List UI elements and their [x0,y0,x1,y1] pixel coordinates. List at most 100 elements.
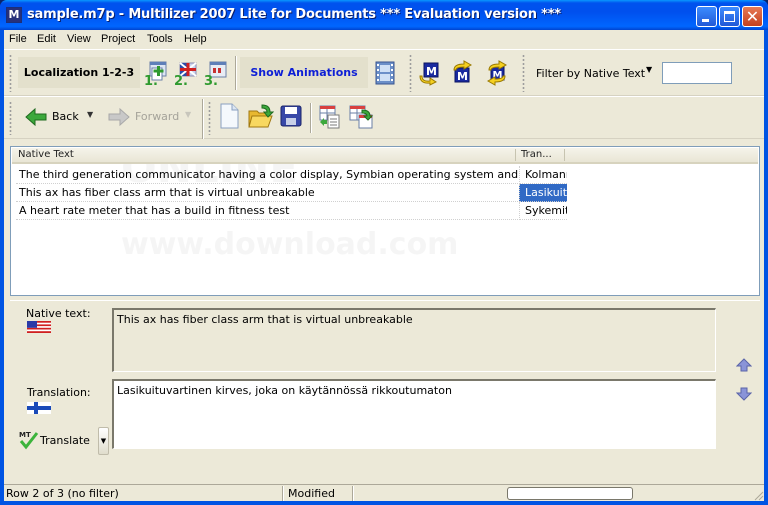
translation-label: Translation: [27,386,91,399]
step-2-button[interactable]: 2. [174,60,198,89]
maximize-icon [724,11,735,22]
us-flag-icon [27,321,51,333]
client-area: File Edit View Project Tools Help Locali… [4,30,764,501]
toolbar-separator [202,99,204,139]
column-divider[interactable] [564,149,565,161]
multilizer-import-icon: M [419,62,439,86]
application-window: M sample.m7p - Multilizer 2007 Lite for … [0,0,768,505]
navigation-toolbar: Back ▼ Forward ▼ [4,96,764,139]
app-icon[interactable]: M [6,7,22,23]
watermark: www.download.com [121,227,459,262]
status-bar: Row 2 of 3 (no filter) Modified [4,484,764,501]
svg-text:3.: 3. [204,74,218,86]
animation-film-button[interactable] [374,61,396,85]
table-row[interactable]: A heart rate meter that has a build in f… [16,202,567,220]
show-animations-button[interactable]: Show Animations [240,57,368,88]
menu-tools[interactable]: Tools [147,33,173,45]
translation-cell[interactable]: Sykemit [519,202,567,220]
forward-arrow-icon [108,107,130,127]
maximize-button[interactable] [719,6,740,27]
filter-dropdown-arrow-icon[interactable]: ▼ [646,65,652,74]
svg-text:2.: 2. [174,74,188,86]
step-1-button[interactable]: 1. [144,60,168,89]
toolbar-separator [310,103,312,133]
native-text-label: Native text: [26,307,91,320]
column-header-native-text[interactable]: Native Text [18,149,74,160]
minimize-icon [702,19,709,22]
step-1-new-project-icon: 1. [144,61,167,89]
native-text-cell[interactable]: A heart rate meter that has a build in f… [16,202,518,220]
forward-history-dropdown-icon: ▼ [185,110,192,119]
menu-project[interactable]: Project [101,33,135,45]
save-button[interactable] [280,105,302,127]
toolbar-grip[interactable] [208,101,211,135]
svg-text:1.: 1. [144,74,158,86]
multilizer-export-icon: M [453,60,473,83]
toolbar-grip[interactable] [522,54,525,92]
back-history-dropdown-icon[interactable]: ▼ [87,110,93,119]
forward-button: Forward [135,110,180,123]
native-text-cell[interactable]: This ax has fiber class arm that is virt… [16,184,518,202]
translate-options-dropdown[interactable]: ▼ [98,427,109,455]
menu-file[interactable]: File [9,33,27,45]
menu-help[interactable]: Help [184,33,207,45]
import-table-icon [319,105,340,129]
native-text-box: This ax has fiber class arm that is virt… [112,308,716,372]
filter-label: Filter by Native Text [536,67,646,80]
toolbar-grip[interactable] [9,54,12,92]
menu-edit[interactable]: Edit [37,33,56,45]
new-button[interactable] [218,102,240,130]
open-button[interactable] [248,103,275,129]
translation-cell[interactable]: Kolmanr [519,166,567,184]
svg-text:MT: MT [19,431,31,439]
menu-view[interactable]: View [67,33,91,45]
translation-input[interactable] [112,379,716,449]
toolbar-grip[interactable] [9,101,12,135]
status-divider [352,486,354,501]
step-2-translate-flags-icon: 2. [174,62,197,89]
title-bar[interactable]: M sample.m7p - Multilizer 2007 Lite for … [0,0,768,30]
finnish-flag-icon [27,402,51,414]
export-table-icon [349,105,374,129]
native-text-cell[interactable]: The third generation communicator having… [16,166,518,184]
multilizer-export-button[interactable]: M [450,60,474,86]
minimize-button[interactable] [696,6,717,27]
translate-button-label[interactable]: Translate [40,434,90,447]
back-arrow-icon [25,107,47,127]
menu-bar: File Edit View Project Tools Help [4,30,764,49]
row-info-status: Row 2 of 3 (no filter) [6,487,119,500]
toolbar-grip[interactable] [409,54,412,92]
step-3-button[interactable]: 3. [204,60,228,89]
back-button[interactable]: Back [52,110,79,123]
column-header-translation[interactable]: Tran... [521,149,552,160]
resize-grip-icon[interactable] [752,489,764,501]
status-divider [282,486,284,501]
next-row-arrow-icon[interactable] [736,387,752,401]
save-floppy-icon [280,105,302,127]
table-row-selected[interactable]: This ax has fiber class arm that is virt… [16,184,567,202]
open-folder-icon [248,104,275,128]
toolbar-separator [235,56,237,90]
progress-bar [507,487,633,500]
table-row[interactable]: The third generation communicator having… [16,166,567,184]
import-translations-button[interactable] [318,105,342,129]
translation-cell-selected[interactable]: Lasikuitu [519,184,567,202]
export-translations-button[interactable] [348,105,374,129]
strings-grid[interactable]: ONLINE www.download.com Native Text Tran… [10,143,760,296]
column-divider[interactable] [515,149,516,161]
filter-input[interactable] [662,62,732,84]
translate-button[interactable]: MT Translate [18,429,98,451]
back-button-icon-wrap[interactable] [24,107,48,127]
svg-text:M: M [426,65,437,78]
chevron-down-icon: ▼ [100,437,107,445]
modified-status: Modified [288,487,335,500]
svg-text:M: M [457,70,468,83]
window-title: sample.m7p - Multilizer 2007 Lite for Do… [27,7,561,22]
multilizer-sync-button[interactable]: M [485,60,509,86]
multilizer-import-button[interactable]: M [418,60,442,86]
close-button[interactable]: ✕ [742,6,763,27]
step-3-build-icon: 3. [204,61,227,89]
forward-button-icon-wrap [107,107,131,127]
previous-row-arrow-icon[interactable] [736,358,752,372]
localization-toolbar: Localization 1-2-3 1. 2. 3. Show Animati… [4,49,764,96]
